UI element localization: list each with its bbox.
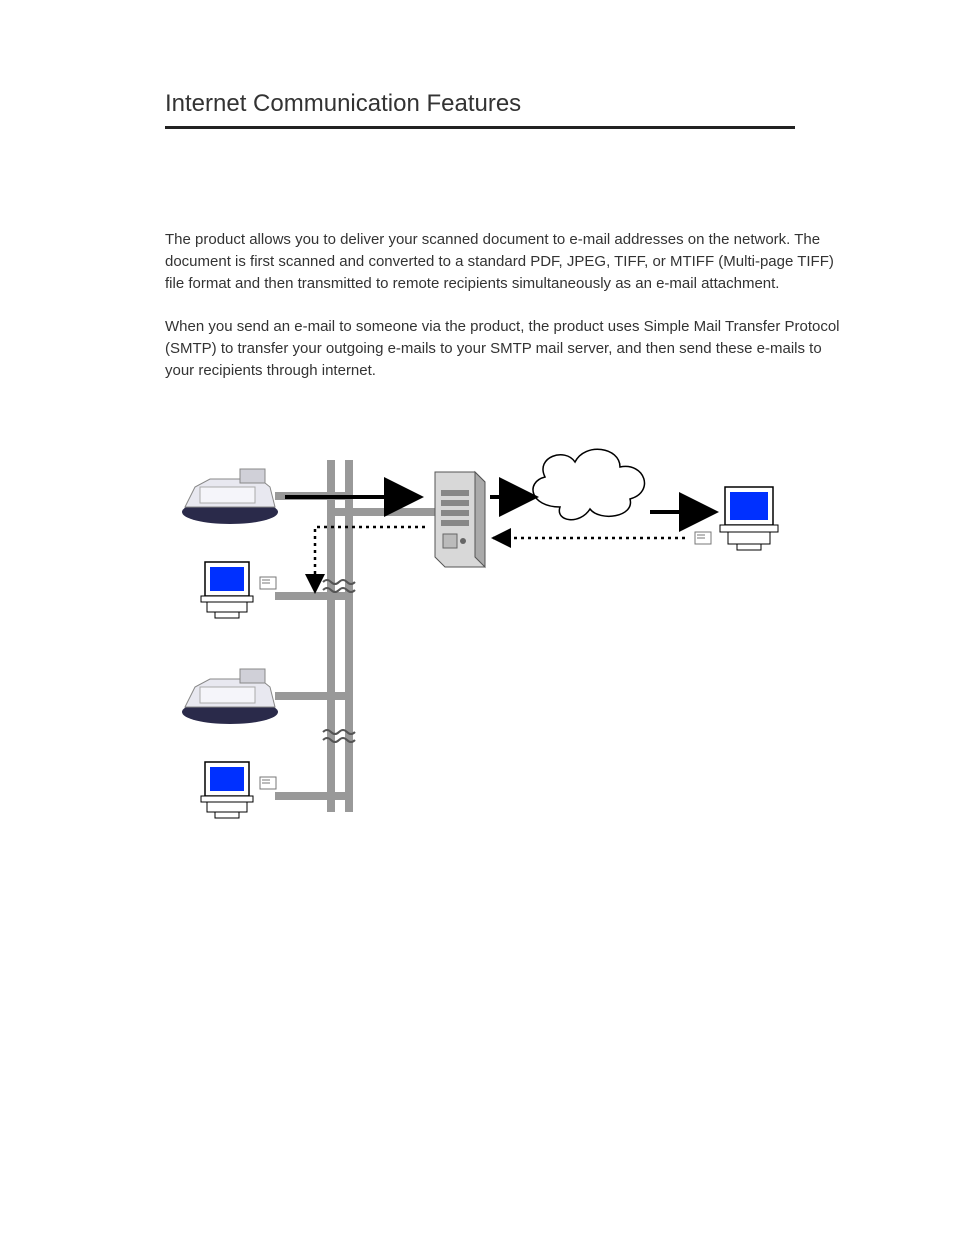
paragraph-2: When you send an e-mail to someone via t… — [165, 316, 844, 381]
scanner-icon — [182, 669, 278, 724]
envelope-icon — [260, 577, 276, 589]
cloud-icon — [533, 449, 644, 519]
scanner-icon — [182, 469, 278, 524]
envelope-icon — [695, 532, 711, 544]
title-rule — [165, 126, 795, 129]
envelope-icon — [260, 777, 276, 789]
computer-icon — [201, 562, 253, 618]
page-title: Internet Communication Features — [165, 90, 844, 118]
computer-icon — [201, 762, 253, 818]
computer-icon — [720, 487, 778, 550]
network-bus — [275, 460, 457, 812]
flow-arrow-dotted — [315, 527, 685, 592]
network-diagram — [175, 432, 844, 857]
server-icon — [435, 472, 485, 567]
paragraph-1: The product allows you to deliver your s… — [165, 229, 844, 294]
